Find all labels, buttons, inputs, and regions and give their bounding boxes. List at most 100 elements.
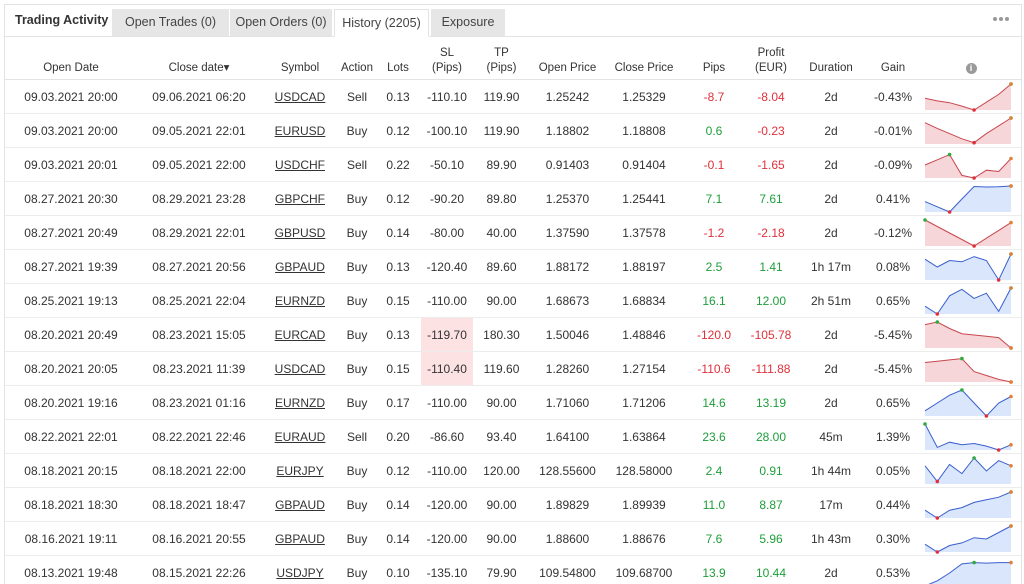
sparkline-last-point	[1009, 524, 1013, 528]
col-sl[interactable]: SL(Pips)	[421, 37, 473, 80]
col-open-price[interactable]: Open Price	[530, 37, 605, 80]
symbol-link[interactable]: EURUSD	[275, 124, 326, 138]
symbol-link[interactable]: EURNZD	[275, 396, 325, 410]
sparkline-last-point	[1009, 156, 1013, 160]
close-date-cell: 08.27.2021 20:56	[137, 250, 261, 284]
symbol-link[interactable]: GBPUSD	[275, 226, 326, 240]
symbol-link[interactable]: USDJPY	[276, 566, 323, 580]
gain-cell: -5.45%	[865, 352, 921, 386]
open-price-cell: 1.18802	[530, 114, 605, 148]
sparkline-min-point	[936, 550, 940, 554]
close-date-cell: 09.05.2021 22:00	[137, 148, 261, 182]
equity-sparkline	[921, 386, 1021, 420]
profit-cell: -1.65	[745, 148, 797, 182]
info-icon[interactable]: i	[966, 63, 977, 74]
symbol-cell[interactable]: USDCAD	[261, 80, 339, 114]
col-open-date[interactable]: Open Date	[5, 37, 137, 80]
table-row[interactable]: 08.20.2021 20:0508.23.2021 11:39USDCADBu…	[5, 352, 1021, 386]
tab-history[interactable]: History (2205)	[334, 9, 429, 37]
col-symbol[interactable]: Symbol	[261, 37, 339, 80]
tp-cell: 120.00	[473, 454, 530, 488]
table-row[interactable]: 08.18.2021 20:1508.18.2021 22:00EURJPYBu…	[5, 454, 1021, 488]
table-row[interactable]: 08.13.2021 19:4808.15.2021 22:26USDJPYBu…	[5, 556, 1021, 584]
sparkline-last-point	[1009, 464, 1013, 468]
symbol-cell[interactable]: EURNZD	[261, 284, 339, 318]
tp-cell: 89.60	[473, 250, 530, 284]
table-row[interactable]: 08.27.2021 20:3008.29.2021 23:28GBPCHFBu…	[5, 182, 1021, 216]
sparkline-last-point	[1009, 82, 1013, 86]
symbol-cell[interactable]: GBPAUD	[261, 250, 339, 284]
sparkline-max-point	[960, 388, 964, 392]
table-row[interactable]: 08.22.2021 22:0108.22.2021 22:46EURAUDSe…	[5, 420, 1021, 454]
symbol-link[interactable]: EURCAD	[275, 328, 326, 342]
symbol-cell[interactable]: EURJPY	[261, 454, 339, 488]
lots-cell: 0.15	[375, 284, 421, 318]
sl-cell: -80.00	[421, 216, 473, 250]
symbol-link[interactable]: GBPAUD	[275, 532, 325, 546]
gain-cell: -0.01%	[865, 114, 921, 148]
symbol-cell[interactable]: EURUSD	[261, 114, 339, 148]
action-cell: Buy	[339, 386, 375, 420]
close-price-cell: 1.68834	[605, 284, 683, 318]
col-gain[interactable]: Gain	[865, 37, 921, 80]
sparkline-area	[925, 154, 1011, 177]
symbol-cell[interactable]: EURNZD	[261, 386, 339, 420]
symbol-link[interactable]: USDCAD	[275, 90, 326, 104]
symbol-link[interactable]: USDCHF	[275, 158, 325, 172]
close-date-cell: 08.29.2021 22:01	[137, 216, 261, 250]
tab-open-orders[interactable]: Open Orders (0)	[230, 9, 332, 36]
table-row[interactable]: 09.03.2021 20:0009.06.2021 06:20USDCADSe…	[5, 80, 1021, 114]
col-action[interactable]: Action	[339, 37, 375, 80]
symbol-cell[interactable]: GBPAUD	[261, 488, 339, 522]
more-options-icon[interactable]	[993, 14, 1013, 24]
symbol-cell[interactable]: EURCAD	[261, 318, 339, 352]
panel-title: Trading Activity	[5, 5, 111, 36]
col-close-date[interactable]: Close date▾	[137, 37, 261, 80]
symbol-link[interactable]: GBPAUD	[275, 260, 325, 274]
symbol-cell[interactable]: USDJPY	[261, 556, 339, 584]
table-row[interactable]: 08.25.2021 19:1308.25.2021 22:04EURNZDBu…	[5, 284, 1021, 318]
tp-cell: 93.40	[473, 420, 530, 454]
symbol-cell[interactable]: USDCAD	[261, 352, 339, 386]
symbol-link[interactable]: USDCAD	[275, 362, 326, 376]
sl-cell: -120.00	[421, 488, 473, 522]
symbol-link[interactable]: EURJPY	[276, 464, 323, 478]
sparkline-last-point	[1009, 490, 1013, 494]
table-row[interactable]: 08.27.2021 19:3908.27.2021 20:56GBPAUDBu…	[5, 250, 1021, 284]
col-profit[interactable]: Profit(EUR)	[745, 37, 797, 80]
table-row[interactable]: 09.03.2021 20:0009.05.2021 22:01EURUSDBu…	[5, 114, 1021, 148]
col-duration[interactable]: Duration	[797, 37, 865, 80]
symbol-cell[interactable]: USDCHF	[261, 148, 339, 182]
table-row[interactable]: 08.18.2021 18:3008.18.2021 18:47GBPAUDBu…	[5, 488, 1021, 522]
col-pips[interactable]: Pips	[683, 37, 745, 80]
col-close-price[interactable]: Close Price	[605, 37, 683, 80]
symbol-cell[interactable]: EURAUD	[261, 420, 339, 454]
col-tp[interactable]: TP(Pips)	[473, 37, 530, 80]
tab-exposure[interactable]: Exposure	[431, 9, 505, 36]
table-row[interactable]: 08.27.2021 20:4908.29.2021 22:01GBPUSDBu…	[5, 216, 1021, 250]
col-lots[interactable]: Lots	[375, 37, 421, 80]
sparkline-chart	[923, 388, 1013, 418]
symbol-link[interactable]: EURNZD	[275, 294, 325, 308]
symbol-link[interactable]: GBPCHF	[275, 192, 325, 206]
tp-cell: 90.00	[473, 284, 530, 318]
lots-cell: 0.13	[375, 250, 421, 284]
tab-open-trades[interactable]: Open Trades (0)	[112, 9, 229, 36]
symbol-cell[interactable]: GBPAUD	[261, 522, 339, 556]
open-date-cell: 08.20.2021 19:16	[5, 386, 137, 420]
lots-cell: 0.20	[375, 420, 421, 454]
action-cell: Buy	[339, 250, 375, 284]
symbol-link[interactable]: GBPAUD	[275, 498, 325, 512]
table-row[interactable]: 08.16.2021 19:1108.16.2021 20:55GBPAUDBu…	[5, 522, 1021, 556]
table-row[interactable]: 09.03.2021 20:0109.05.2021 22:00USDCHFSe…	[5, 148, 1021, 182]
sparkline-chart	[923, 354, 1013, 384]
gain-cell: 0.53%	[865, 556, 921, 584]
symbol-cell[interactable]: GBPCHF	[261, 182, 339, 216]
gain-cell: 0.30%	[865, 522, 921, 556]
symbol-link[interactable]: EURAUD	[275, 430, 326, 444]
symbol-cell[interactable]: GBPUSD	[261, 216, 339, 250]
lots-cell: 0.12	[375, 114, 421, 148]
table-row[interactable]: 08.20.2021 19:1608.23.2021 01:16EURNZDBu…	[5, 386, 1021, 420]
table-row[interactable]: 08.20.2021 20:4908.23.2021 15:05EURCADBu…	[5, 318, 1021, 352]
lots-cell: 0.12	[375, 454, 421, 488]
